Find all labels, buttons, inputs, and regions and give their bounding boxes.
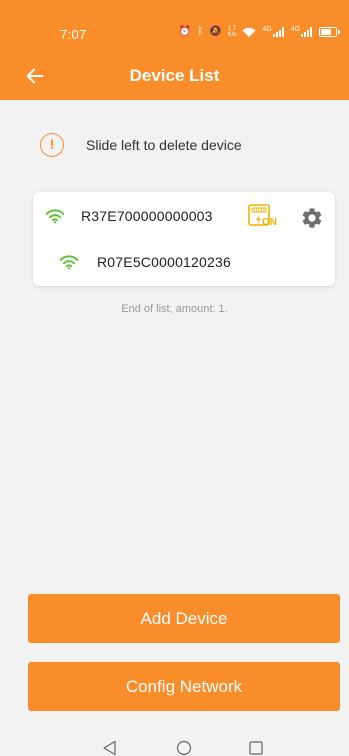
alarm-icon: ⏰ (178, 26, 192, 37)
status-icons: ⏰ ᛒ 🔕 1.7 K/s 4G 4G (178, 26, 340, 38)
swipe-hint-text: Slide left to delete device (86, 137, 242, 153)
nav-home-button[interactable] (176, 740, 192, 756)
speed-unit: K/s (227, 32, 237, 38)
device-settings-button[interactable] (300, 206, 324, 230)
signal-label-2: 4G (290, 26, 300, 33)
config-network-button[interactable]: Config Network (28, 662, 340, 711)
nav-back-button[interactable] (102, 740, 118, 756)
swipe-hint: ! Slide left to delete device (40, 133, 242, 157)
exclamation-circle-icon: ! (40, 133, 64, 157)
wifi-status-icon (242, 27, 256, 37)
gear-icon (302, 208, 322, 228)
power-status-button[interactable]: ON (248, 204, 282, 230)
bluetooth-icon: ᛒ (197, 26, 204, 37)
system-nav-bar (0, 730, 349, 756)
device-row[interactable]: R37E700000000003 ON (45, 202, 325, 230)
device-card[interactable]: R37E700000000003 ON R07E5C0000120236 (33, 192, 335, 286)
wifi-icon (45, 209, 65, 224)
signal-label-1: 4G (262, 26, 272, 33)
device-row[interactable]: R07E5C0000120236 (59, 249, 319, 275)
mute-icon: 🔕 (209, 26, 222, 37)
nav-recent-button[interactable] (248, 740, 264, 756)
square-recent-icon (249, 741, 263, 755)
app-bar: Device List (0, 50, 349, 100)
circle-home-icon (176, 740, 192, 756)
device-name: R37E700000000003 (81, 208, 213, 224)
battery-icon (319, 27, 340, 37)
wifi-icon (59, 255, 79, 270)
list-footer: End of list, amount: 1. (121, 303, 228, 315)
signal-strength-icon-2 (301, 27, 312, 37)
page-title: Device List (129, 66, 220, 85)
network-speed: 1.7 K/s (228, 26, 237, 38)
status-time: 7:07 (60, 27, 87, 42)
status-bar: 7:07 ⏰ ᛒ 🔕 1.7 K/s 4G 4G (0, 0, 349, 50)
power-status-label: ON (262, 217, 277, 228)
signal-strength-icon (272, 27, 284, 37)
add-device-button[interactable]: Add Device (28, 594, 340, 643)
device-name: R07E5C0000120236 (97, 254, 231, 270)
triangle-back-icon (103, 740, 116, 756)
